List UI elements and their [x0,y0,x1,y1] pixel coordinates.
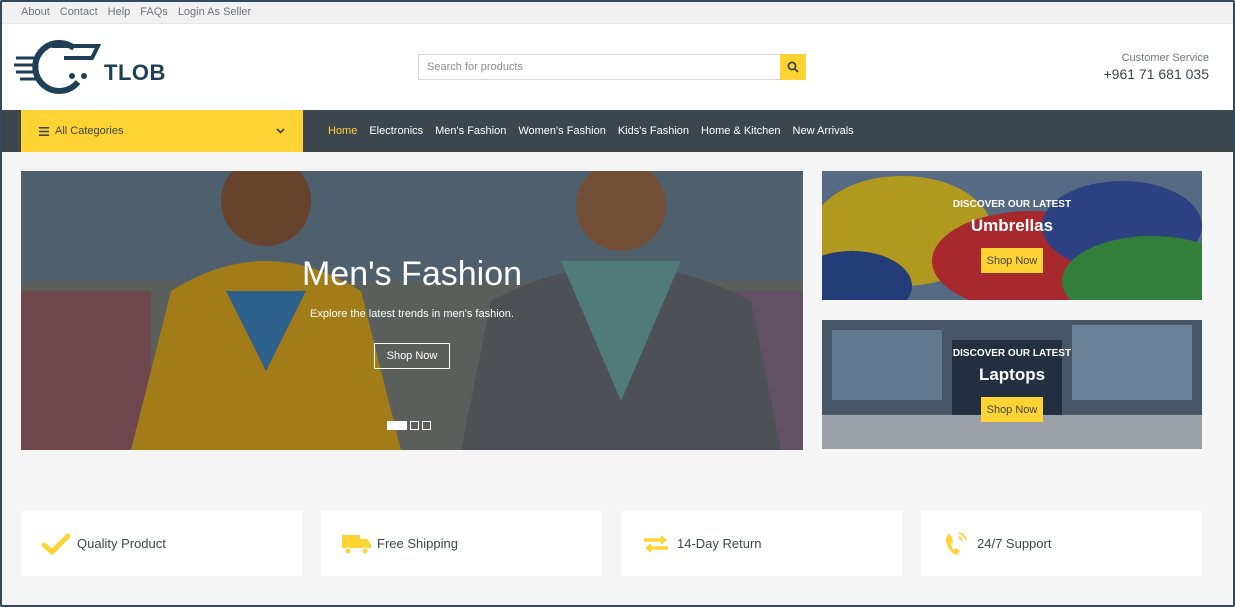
menu-icon [39,126,49,136]
site-header: TLOB Customer Service +961 71 681 035 [2,24,1233,110]
promo-laptops: DISCOVER OUR LATEST Laptops Shop Now [822,320,1202,449]
phone-volume-icon [939,529,973,559]
nav-item-home[interactable]: Home [328,125,357,137]
feature-free-shipping: Free Shipping [321,511,602,576]
hero-shop-now-button[interactable]: Shop Now [374,343,450,369]
promo-shop-now-button[interactable]: Shop Now [981,248,1043,273]
nav-item-mens-fashion[interactable]: Men's Fashion [435,125,506,137]
search-icon [787,61,799,73]
chevron-down-icon [276,128,285,134]
promo-shop-now-button[interactable]: Shop Now [981,397,1043,422]
customer-service-label: Customer Service [1121,52,1209,64]
promo-title: Umbrellas [970,216,1054,235]
nav-menu: Home Electronics Men's Fashion Women's F… [328,110,854,152]
top-link-login-seller[interactable]: Login As Seller [178,6,251,18]
feature-label: Quality Product [77,536,166,551]
promo-kicker: DISCOVER OUR LATEST [952,348,1072,359]
top-links: About Contact Help FAQs Login As Seller [21,6,251,18]
feature-label: Free Shipping [377,536,458,551]
nav-item-home-kitchen[interactable]: Home & Kitchen [701,125,780,137]
promo-kicker: DISCOVER OUR LATEST [952,199,1072,210]
search-input[interactable] [418,54,780,80]
feature-24-7-support: 24/7 Support [921,511,1202,576]
all-categories-label: All Categories [55,125,124,137]
nav-item-kids-fashion[interactable]: Kids's Fashion [618,125,689,137]
nav-item-electronics[interactable]: Electronics [369,125,423,137]
feature-label: 24/7 Support [977,536,1052,551]
feature-quality-product: Quality Product [21,511,302,576]
customer-service: Customer Service +961 71 681 035 [1104,52,1210,82]
carousel-dot-1[interactable] [387,421,407,430]
top-link-faqs[interactable]: FAQs [140,6,168,18]
carousel-indicators [387,421,431,430]
hero-subtitle: Explore the latest trends in men's fashi… [310,308,514,320]
all-categories-button[interactable]: All Categories [21,110,303,152]
site-logo[interactable]: TLOB [12,36,172,96]
search-button[interactable] [780,54,806,80]
nav-item-womens-fashion[interactable]: Women's Fashion [518,125,606,137]
nav-item-new-arrivals[interactable]: New Arrivals [793,125,854,137]
top-link-about[interactable]: About [21,6,50,18]
logo-text: TLOB [104,60,166,85]
truck-icon [339,529,373,559]
customer-service-phone: +961 71 681 035 [1103,66,1210,82]
carousel-dot-2[interactable] [410,421,419,430]
top-bar: About Contact Help FAQs Login As Seller [2,2,1233,24]
feature-label: 14-Day Return [677,536,762,551]
promo-title: Laptops [978,365,1046,384]
carousel-dot-3[interactable] [422,421,431,430]
check-icon [39,529,73,559]
page-frame: About Contact Help FAQs Login As Seller … [0,0,1235,607]
top-link-contact[interactable]: Contact [60,6,98,18]
search-bar [418,54,806,80]
feature-14-day-return: 14-Day Return [621,511,902,576]
exchange-icon [639,529,673,559]
promo-umbrellas: DISCOVER OUR LATEST Umbrellas Shop Now [822,171,1202,300]
main-nav: All Categories Home Electronics Men's Fa… [2,110,1233,152]
hero-carousel: Men's Fashion Explore the latest trends … [21,171,803,450]
hero-title: Men's Fashion [301,255,523,293]
top-link-help[interactable]: Help [108,6,131,18]
